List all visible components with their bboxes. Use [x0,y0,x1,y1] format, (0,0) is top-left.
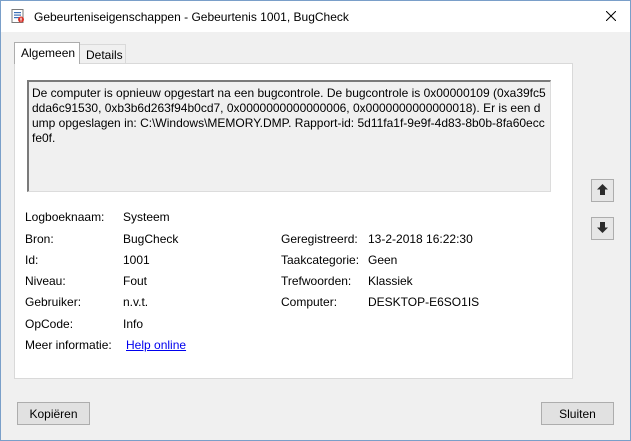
previous-event-button[interactable] [591,179,614,202]
close-icon [605,10,616,24]
log-name-value: Systeem [123,210,170,224]
source-label: Bron: [25,232,54,246]
task-category-value: Geen [368,253,398,267]
arrow-up-icon [596,183,609,199]
help-online-link[interactable]: Help online [126,338,186,352]
close-button[interactable] [591,1,630,32]
keywords-value: Klassiek [368,274,413,288]
opcode-label: OpCode: [25,317,74,331]
window-title: Gebeurteniseigenschappen - Gebeurtenis 1… [34,10,349,24]
logged-value: 13-2-2018 16:22:30 [368,232,473,246]
computer-label: Computer: [281,295,338,309]
event-id-value: 1001 [123,253,150,267]
arrow-down-icon [596,221,609,237]
event-viewer-icon [11,9,25,23]
general-tab-panel: De computer is opnieuw opgestart na een … [14,63,573,379]
logged-label: Geregistreerd: [281,232,358,246]
task-category-label: Taakcategorie: [281,253,360,267]
user-value: n.v.t. [123,295,149,309]
more-info-label: Meer informatie: [25,338,112,352]
computer-value: DESKTOP-E6SO1IS [368,295,480,309]
copy-button[interactable]: Kopiëren [17,402,90,425]
source-value: BugCheck [123,232,179,246]
tab-details[interactable]: Details [80,44,126,64]
event-properties-dialog: Gebeurteniseigenschappen - Gebeurtenis 1… [0,0,631,441]
tab-general[interactable]: Algemeen [14,42,80,64]
close-dialog-button[interactable]: Sluiten [541,402,614,425]
title-bar[interactable]: Gebeurteniseigenschappen - Gebeurtenis 1… [1,1,630,32]
level-value: Fout [123,274,148,288]
level-label: Niveau: [25,274,66,288]
log-name-label: Logboeknaam: [25,210,105,224]
user-label: Gebruiker: [25,295,82,309]
keywords-label: Trefwoorden: [281,274,352,288]
event-description[interactable]: De computer is opnieuw opgestart na een … [27,80,551,192]
opcode-value: Info [123,317,144,331]
next-event-button[interactable] [591,217,614,240]
event-id-label: Id: [25,253,39,267]
